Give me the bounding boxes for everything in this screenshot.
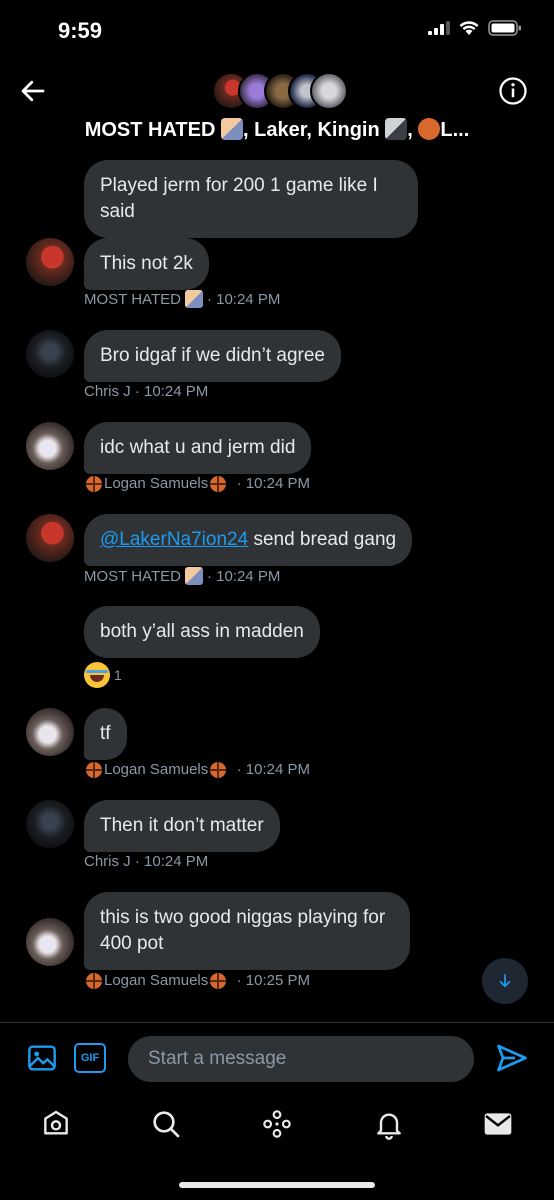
sender-name: Logan Samuels bbox=[104, 972, 209, 989]
message-meta: Logan Samuels · 10:25 PM bbox=[84, 972, 310, 989]
basketball-icon bbox=[210, 475, 227, 492]
basketball-icon bbox=[86, 972, 102, 989]
message-bubble[interactable]: Played jerm for 200 1 game like I said bbox=[84, 160, 418, 238]
gif-button[interactable]: GIF bbox=[74, 1043, 106, 1073]
message-bubble[interactable]: Then it don’t matter bbox=[84, 800, 280, 852]
avatar[interactable] bbox=[26, 422, 74, 470]
title-end: L... bbox=[440, 119, 470, 141]
avatar[interactable] bbox=[26, 918, 74, 966]
message-bubble[interactable]: both y’all ass in madden bbox=[84, 606, 320, 658]
message-time: · 10:24 PM bbox=[206, 567, 281, 585]
communities-icon[interactable] bbox=[261, 1108, 293, 1140]
gif-label: GIF bbox=[80, 1052, 100, 1064]
home-indicator bbox=[179, 1182, 375, 1188]
signal-icon bbox=[428, 21, 450, 35]
group-avatars[interactable] bbox=[212, 72, 348, 110]
home-icon[interactable] bbox=[40, 1108, 72, 1140]
message-bubble[interactable]: this is two good niggas playing for 400 … bbox=[84, 892, 410, 970]
message-bubble[interactable]: This not 2k bbox=[84, 238, 209, 290]
message-time: · 10:25 PM bbox=[236, 972, 310, 989]
figure-emoji-icon bbox=[184, 567, 203, 585]
status-icons bbox=[428, 20, 522, 36]
avatar[interactable] bbox=[26, 514, 74, 562]
message-time: · 10:24 PM bbox=[134, 383, 209, 400]
sender-name: Chris J bbox=[84, 383, 131, 400]
message-text: send bread gang bbox=[248, 529, 397, 550]
message-meta: MOST HATED · 10:24 PM bbox=[84, 567, 280, 585]
composer-divider bbox=[0, 1022, 554, 1023]
message-time: · 10:24 PM bbox=[206, 290, 281, 308]
message-bubble[interactable]: tf bbox=[84, 708, 127, 760]
message-meta: MOST HATED · 10:24 PM bbox=[84, 290, 280, 308]
status-time: 9:59 bbox=[58, 18, 103, 43]
title-rest: , Laker, Kingin bbox=[243, 119, 380, 141]
mail-icon[interactable] bbox=[482, 1108, 514, 1140]
back-arrow-icon[interactable] bbox=[18, 76, 48, 106]
conversation-title[interactable]: MOST HATED , Laker, Kingin , L... bbox=[0, 118, 554, 142]
avatar[interactable] bbox=[26, 800, 74, 848]
message-time: · 10:24 PM bbox=[236, 475, 310, 492]
image-icon[interactable] bbox=[26, 1042, 58, 1074]
mention-link[interactable]: @LakerNa7ion24 bbox=[100, 529, 248, 550]
title-name: MOST HATED bbox=[84, 119, 216, 141]
joy-emoji-icon bbox=[84, 662, 110, 688]
bell-icon[interactable] bbox=[373, 1108, 405, 1140]
message-input[interactable] bbox=[128, 1036, 474, 1082]
basketball-emoji-icon bbox=[418, 118, 441, 140]
avatar[interactable] bbox=[26, 708, 74, 756]
avatar[interactable] bbox=[26, 330, 74, 378]
figure-emoji-icon bbox=[184, 290, 203, 308]
scroll-down-button[interactable] bbox=[482, 958, 528, 1004]
plug-emoji-icon bbox=[385, 118, 408, 140]
message-meta: Chris J · 10:24 PM bbox=[84, 853, 208, 870]
reaction[interactable]: 1 bbox=[84, 662, 122, 688]
message-bubble[interactable]: Bro idgaf if we didn’t agree bbox=[84, 330, 341, 382]
figure-emoji-icon bbox=[221, 118, 243, 140]
send-icon[interactable] bbox=[494, 1040, 530, 1076]
avatar[interactable] bbox=[26, 238, 74, 286]
basketball-icon bbox=[210, 972, 227, 989]
sender-name: Logan Samuels bbox=[104, 761, 209, 778]
battery-icon bbox=[488, 20, 521, 36]
arrow-down-icon bbox=[499, 974, 511, 988]
message-bubble[interactable]: @LakerNa7ion24 send bread gang bbox=[84, 514, 413, 566]
reaction-count: 1 bbox=[114, 667, 122, 683]
group-avatar bbox=[310, 72, 348, 110]
basketball-icon bbox=[86, 475, 102, 492]
sender-name: MOST HATED bbox=[84, 567, 181, 585]
message-meta: Chris J · 10:24 PM bbox=[84, 383, 208, 400]
message-meta: Logan Samuels · 10:24 PM bbox=[84, 475, 310, 492]
search-icon[interactable] bbox=[150, 1108, 182, 1140]
sender-name: MOST HATED bbox=[84, 290, 181, 308]
message-meta: Logan Samuels · 10:24 PM bbox=[84, 761, 310, 778]
sender-name: Chris J bbox=[84, 853, 131, 870]
message-bubble[interactable]: idc what u and jerm did bbox=[84, 422, 312, 474]
message-time: · 10:24 PM bbox=[236, 761, 310, 778]
message-time: · 10:24 PM bbox=[134, 853, 209, 870]
basketball-icon bbox=[86, 761, 102, 778]
sender-name: Logan Samuels bbox=[104, 475, 209, 492]
title-sep: , bbox=[407, 119, 413, 141]
wifi-icon bbox=[459, 21, 479, 35]
info-icon[interactable] bbox=[498, 76, 528, 106]
basketball-icon bbox=[210, 761, 227, 778]
